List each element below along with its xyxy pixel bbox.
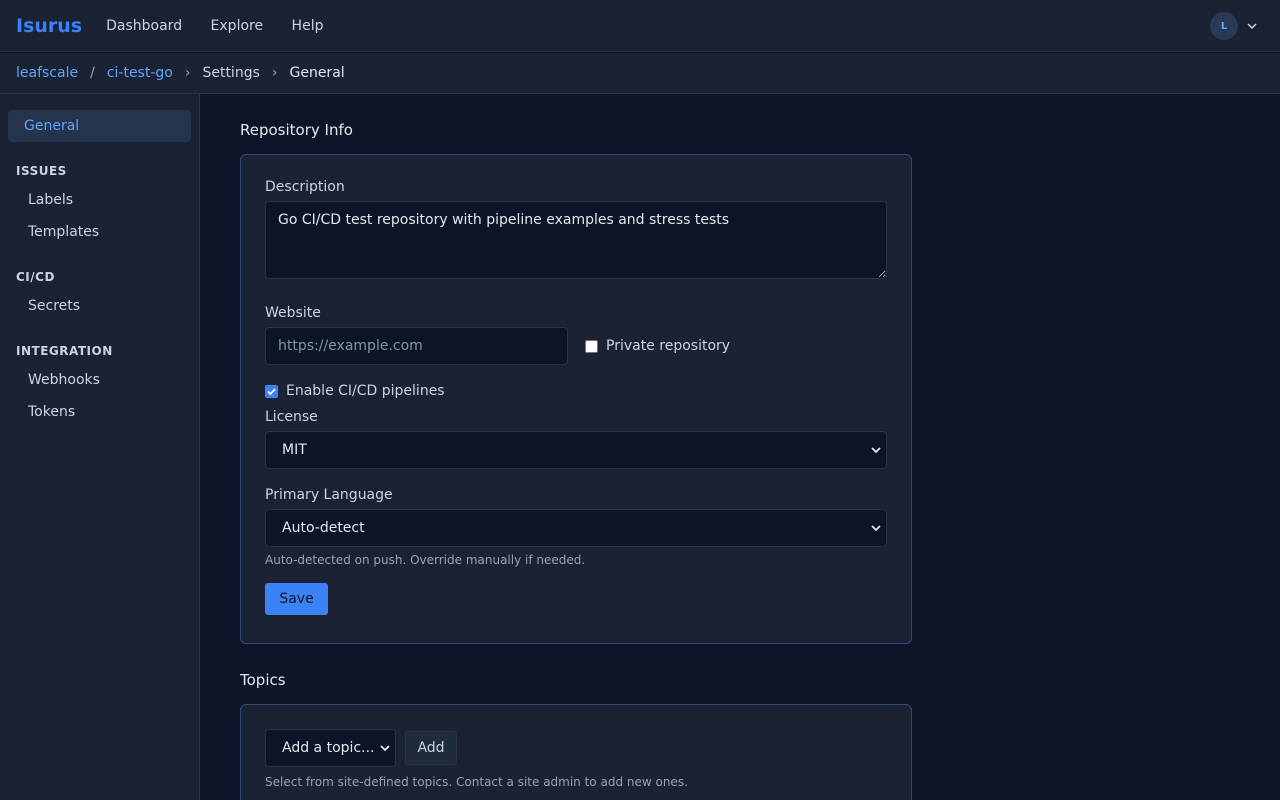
settings-sidebar: General ISSUES Labels Templates CI/CD Se… xyxy=(0,94,200,800)
language-hint: Auto-detected on push. Override manually… xyxy=(265,553,586,567)
chevron-down-icon xyxy=(871,525,881,532)
topics-row: Add a topic... Add xyxy=(265,729,887,767)
website-input[interactable] xyxy=(265,327,568,365)
section-title-topics: Topics xyxy=(240,671,286,689)
user-menu[interactable]: L xyxy=(1210,12,1258,40)
description-label: Description xyxy=(265,179,345,195)
website-row: Private repository xyxy=(265,327,887,365)
breadcrumb-org[interactable]: leafscale xyxy=(16,65,78,81)
main-nav: Dashboard Explore Help xyxy=(106,18,347,34)
top-navbar: Isurus Dashboard Explore Help L xyxy=(0,0,1280,52)
avatar[interactable]: L xyxy=(1210,12,1238,40)
license-label: License xyxy=(265,409,318,425)
main-content: Repository Info Description Go CI/CD tes… xyxy=(240,94,912,800)
brand-logo[interactable]: Isurus xyxy=(16,15,82,37)
breadcrumb: leafscale / ci-test-go › Settings › Gene… xyxy=(0,53,1280,94)
sidebar-heading-issues: ISSUES xyxy=(16,164,67,178)
cicd-toggle[interactable]: Enable CI/CD pipelines xyxy=(265,383,887,399)
breadcrumb-separator: / xyxy=(90,65,95,81)
nav-help[interactable]: Help xyxy=(292,18,324,34)
checkmark-icon xyxy=(267,387,276,395)
topic-select-value: Add a topic... xyxy=(282,740,375,756)
chevron-down-icon xyxy=(1247,23,1257,30)
license-value: MIT xyxy=(282,442,307,458)
sidebar-item-general[interactable]: General xyxy=(8,110,191,142)
language-select[interactable]: Auto-detect xyxy=(265,509,887,547)
sidebar-item-webhooks[interactable]: Webhooks xyxy=(0,364,199,396)
website-label: Website xyxy=(265,305,321,321)
topics-hint: Select from site-defined topics. Contact… xyxy=(265,775,688,789)
sidebar-heading-cicd: CI/CD xyxy=(16,270,55,284)
sidebar-item-secrets[interactable]: Secrets xyxy=(0,290,199,322)
language-label: Primary Language xyxy=(265,487,393,503)
sidebar-item-labels[interactable]: Labels xyxy=(0,184,199,216)
breadcrumb-separator: › xyxy=(271,65,278,81)
sidebar-item-templates[interactable]: Templates xyxy=(0,216,199,248)
repo-info-card: Description Go CI/CD test repository wit… xyxy=(240,154,912,644)
breadcrumb-separator: › xyxy=(184,65,191,81)
private-repo-toggle[interactable]: Private repository xyxy=(585,338,730,354)
sidebar-heading-integration: INTEGRATION xyxy=(16,344,113,358)
breadcrumb-current: General xyxy=(289,65,345,81)
add-topic-button[interactable]: Add xyxy=(405,731,457,765)
cicd-label: Enable CI/CD pipelines xyxy=(286,383,445,399)
chevron-down-icon xyxy=(871,447,881,454)
breadcrumb-settings[interactable]: Settings xyxy=(202,65,259,81)
chevron-down-icon xyxy=(380,745,390,752)
nav-explore[interactable]: Explore xyxy=(211,18,264,34)
license-select[interactable]: MIT xyxy=(265,431,887,469)
section-title-repo-info: Repository Info xyxy=(240,121,353,139)
sidebar-item-tokens[interactable]: Tokens xyxy=(0,396,199,428)
nav-dashboard[interactable]: Dashboard xyxy=(106,18,182,34)
private-repo-label: Private repository xyxy=(606,338,731,354)
topics-card: Add a topic... Add Select from site-defi… xyxy=(240,704,912,800)
description-field[interactable]: Go CI/CD test repository with pipeline e… xyxy=(265,201,887,279)
breadcrumb-repo[interactable]: ci-test-go xyxy=(107,65,173,81)
language-value: Auto-detect xyxy=(282,520,365,536)
save-button[interactable]: Save xyxy=(265,583,328,615)
cicd-checkbox[interactable] xyxy=(265,384,278,398)
topic-select[interactable]: Add a topic... xyxy=(265,729,396,767)
private-repo-checkbox[interactable] xyxy=(585,339,598,353)
